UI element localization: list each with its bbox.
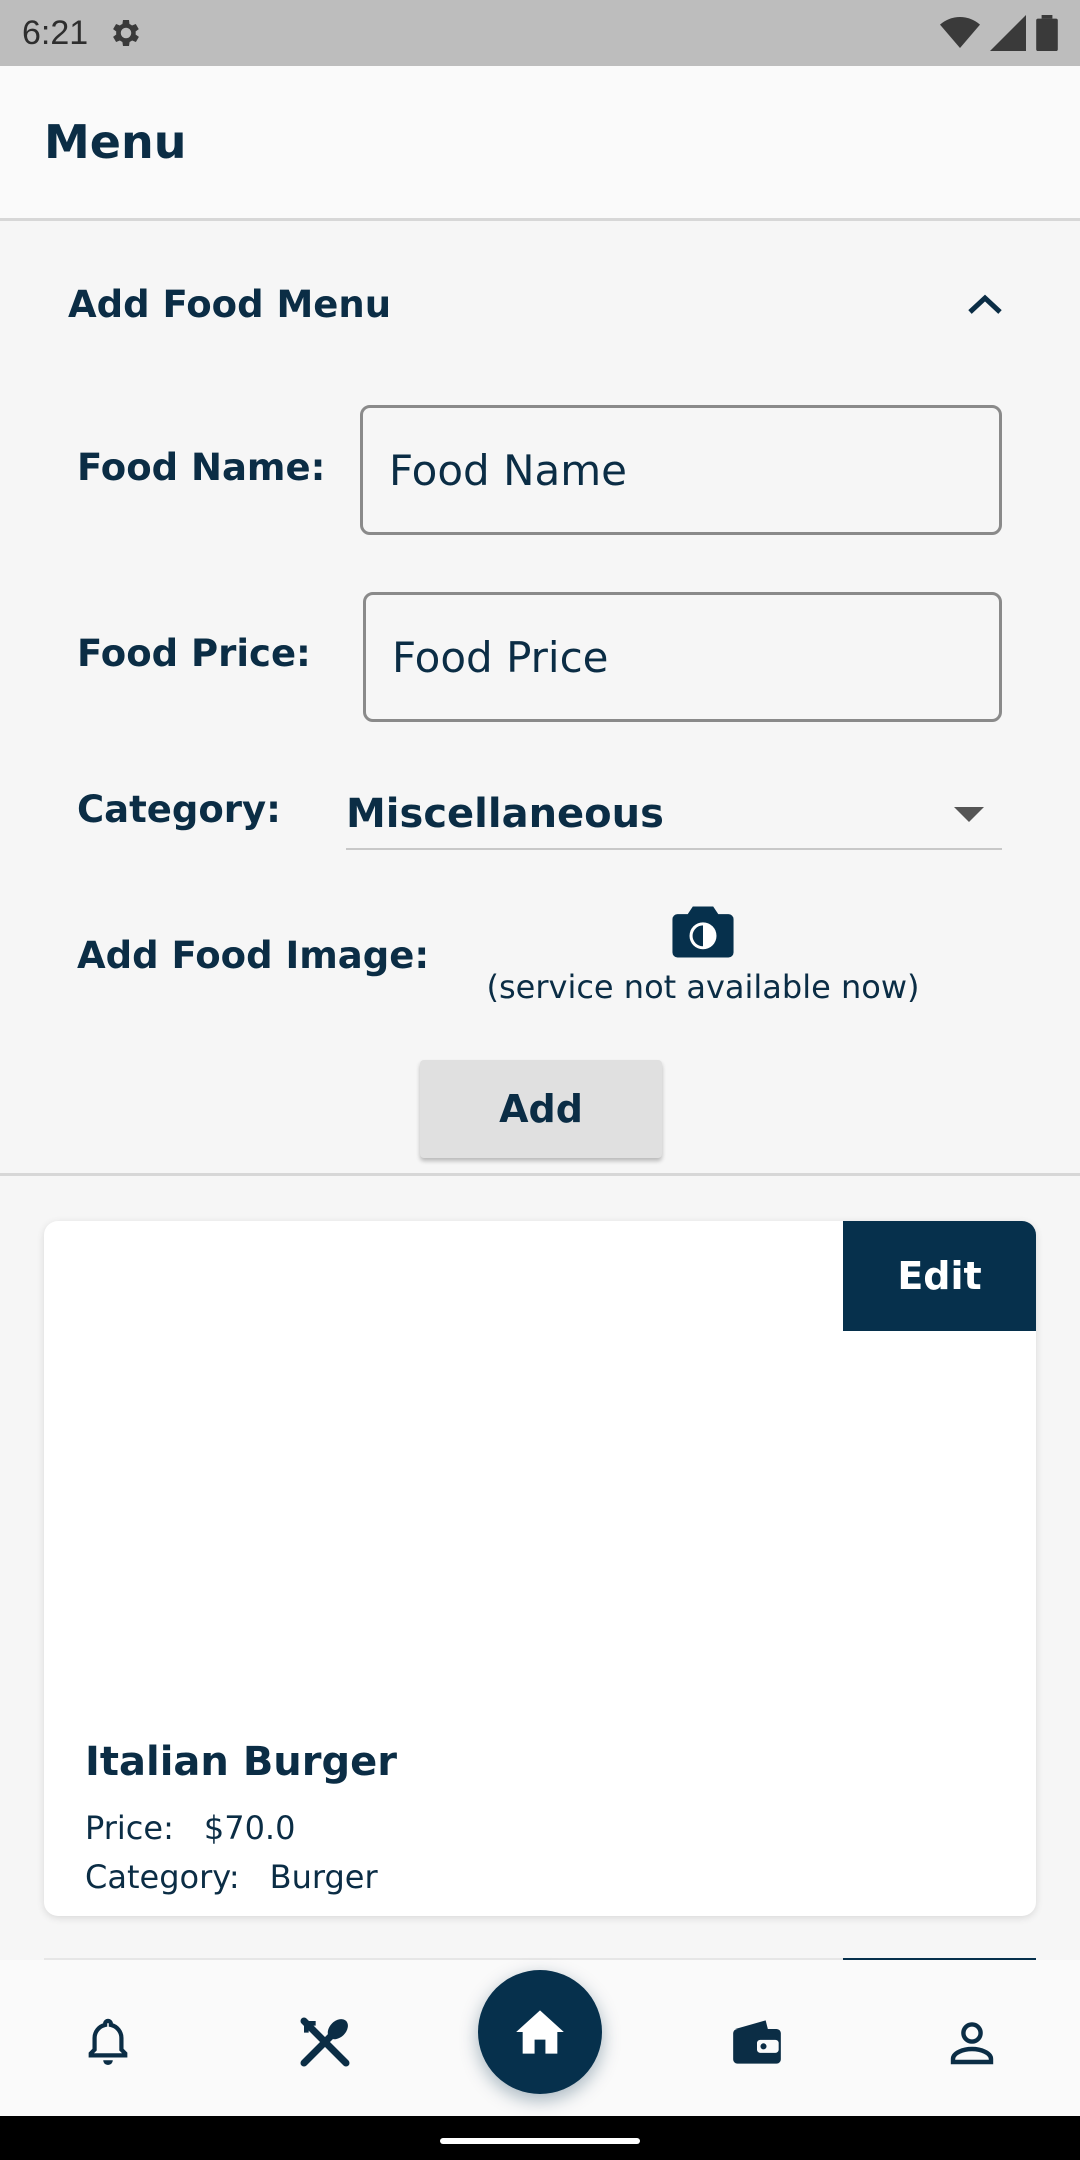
status-icons <box>940 15 1058 51</box>
image-picker: (service not available now) <box>478 904 928 1006</box>
add-food-section: Add Food Menu Food Name: Food Price: Cat… <box>0 224 1080 1176</box>
food-price-label: Food Price: <box>77 632 311 675</box>
wallet-icon[interactable] <box>727 2012 787 2072</box>
add-food-title: Add Food Menu <box>68 282 392 326</box>
dropdown-arrow-icon <box>954 806 984 822</box>
status-bar: 6:21 <box>0 0 1080 66</box>
add-image-label: Add Food Image: <box>77 934 430 977</box>
add-button[interactable]: Add <box>420 1060 662 1158</box>
food-category-value: Burger <box>269 1858 378 1896</box>
battery-icon <box>1036 15 1058 51</box>
app-bar: Menu <box>0 66 1080 221</box>
food-price-label: Price: <box>85 1809 174 1847</box>
category-label: Category: <box>77 788 281 831</box>
food-name-label: Food Name: <box>77 446 326 489</box>
wifi-icon <box>940 17 980 48</box>
edit-button[interactable]: Edit <box>843 1221 1036 1331</box>
category-select[interactable]: Miscellaneous <box>346 780 1002 850</box>
food-price-line: Price: $70.0 <box>85 1809 295 1847</box>
home-gesture-pill[interactable] <box>440 2138 640 2144</box>
food-name-input[interactable] <box>360 405 1002 535</box>
food-price-input[interactable] <box>363 592 1002 722</box>
category-selected-value: Miscellaneous <box>346 791 664 837</box>
restaurant-utensils-icon[interactable] <box>295 2012 355 2072</box>
page-title: Menu <box>44 115 187 169</box>
profile-person-icon[interactable] <box>942 2012 1002 2072</box>
food-card: Edit Italian Burger Price: $70.0 Category… <box>44 1221 1036 1916</box>
food-category-label: Category: <box>85 1858 240 1896</box>
collapse-chevron-up-icon[interactable] <box>960 279 1010 329</box>
add-food-header[interactable]: Add Food Menu <box>68 274 1010 334</box>
food-category-line: Category: Burger <box>85 1858 378 1896</box>
food-price-value: $70.0 <box>203 1809 296 1847</box>
notifications-bell-icon[interactable] <box>78 2012 138 2072</box>
food-name: Italian Burger <box>85 1739 397 1785</box>
image-service-note: (service not available now) <box>486 968 920 1006</box>
home-button[interactable] <box>478 1970 602 2094</box>
camera-icon[interactable] <box>672 904 734 960</box>
status-time: 6:21 <box>22 13 89 52</box>
settings-gear-icon <box>113 19 140 47</box>
cell-signal-icon <box>990 15 1026 51</box>
home-icon <box>516 2010 564 2054</box>
